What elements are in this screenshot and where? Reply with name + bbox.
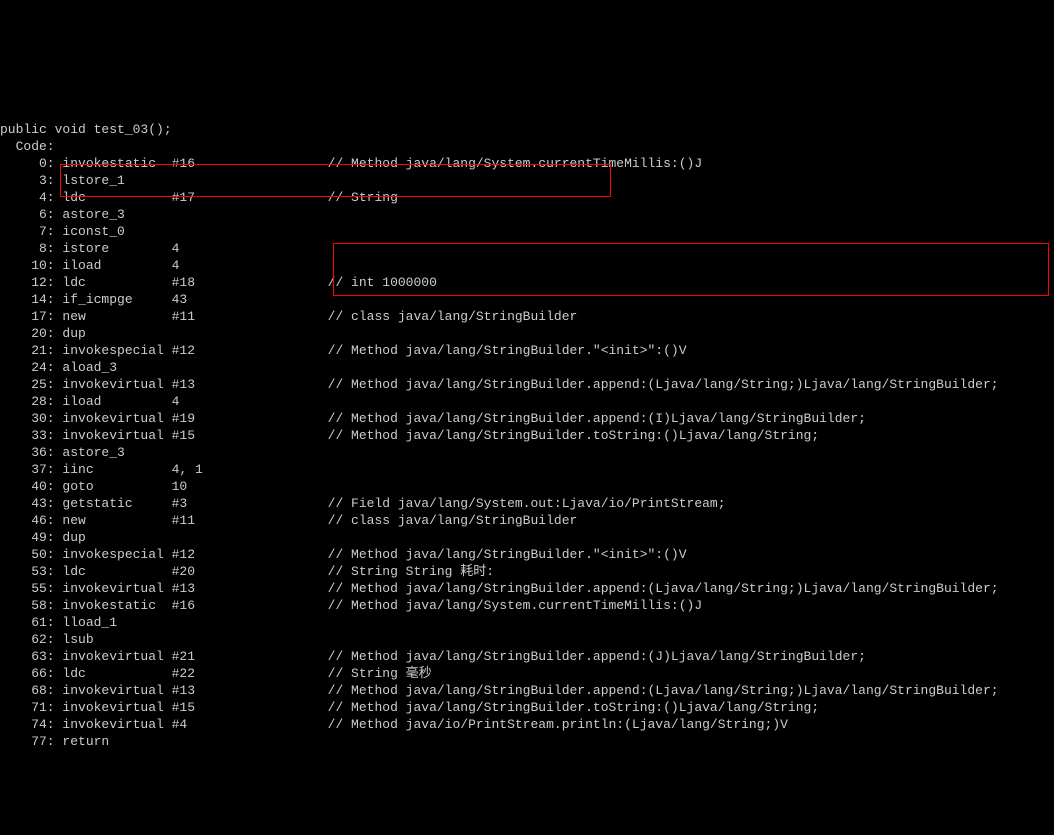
bytecode-listing: public void test_03(); Code: 0: invokest… — [0, 121, 1054, 750]
